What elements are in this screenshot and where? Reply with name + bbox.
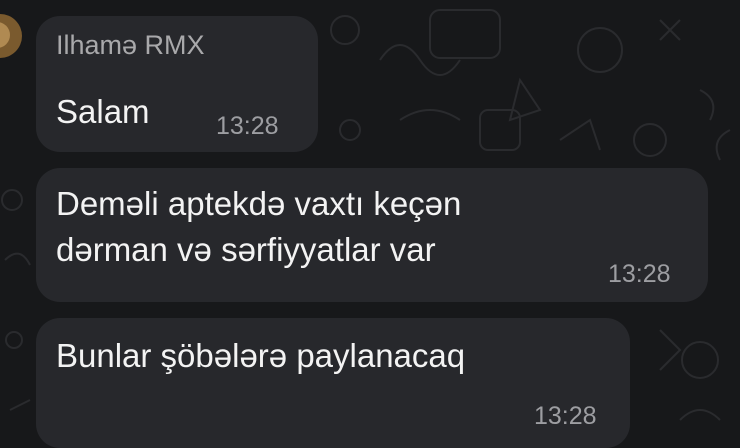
message-time: 13:28 <box>608 260 671 288</box>
message-text-line: dərman və sərfiyyatlar var <box>56 231 436 268</box>
message-time: 13:28 <box>534 402 597 430</box>
message-bubble[interactable]: Bunlar şöbələrə paylanacaq 13:28 <box>36 318 630 448</box>
message-text-line: Deməli aptekdə vaxtı keçən <box>56 185 462 222</box>
sender-name[interactable]: Ilhamə RMX <box>56 30 205 61</box>
message-text: Bunlar şöbələrə paylanacaq <box>56 337 466 374</box>
message-text: Salam <box>56 93 150 130</box>
message-bubble[interactable]: Ilhamə RMX Salam 13:28 <box>36 16 318 152</box>
message-time: 13:28 <box>216 112 279 140</box>
message-bubble[interactable]: Deməli aptekdə vaxtı keçən dərman və sər… <box>36 168 708 302</box>
